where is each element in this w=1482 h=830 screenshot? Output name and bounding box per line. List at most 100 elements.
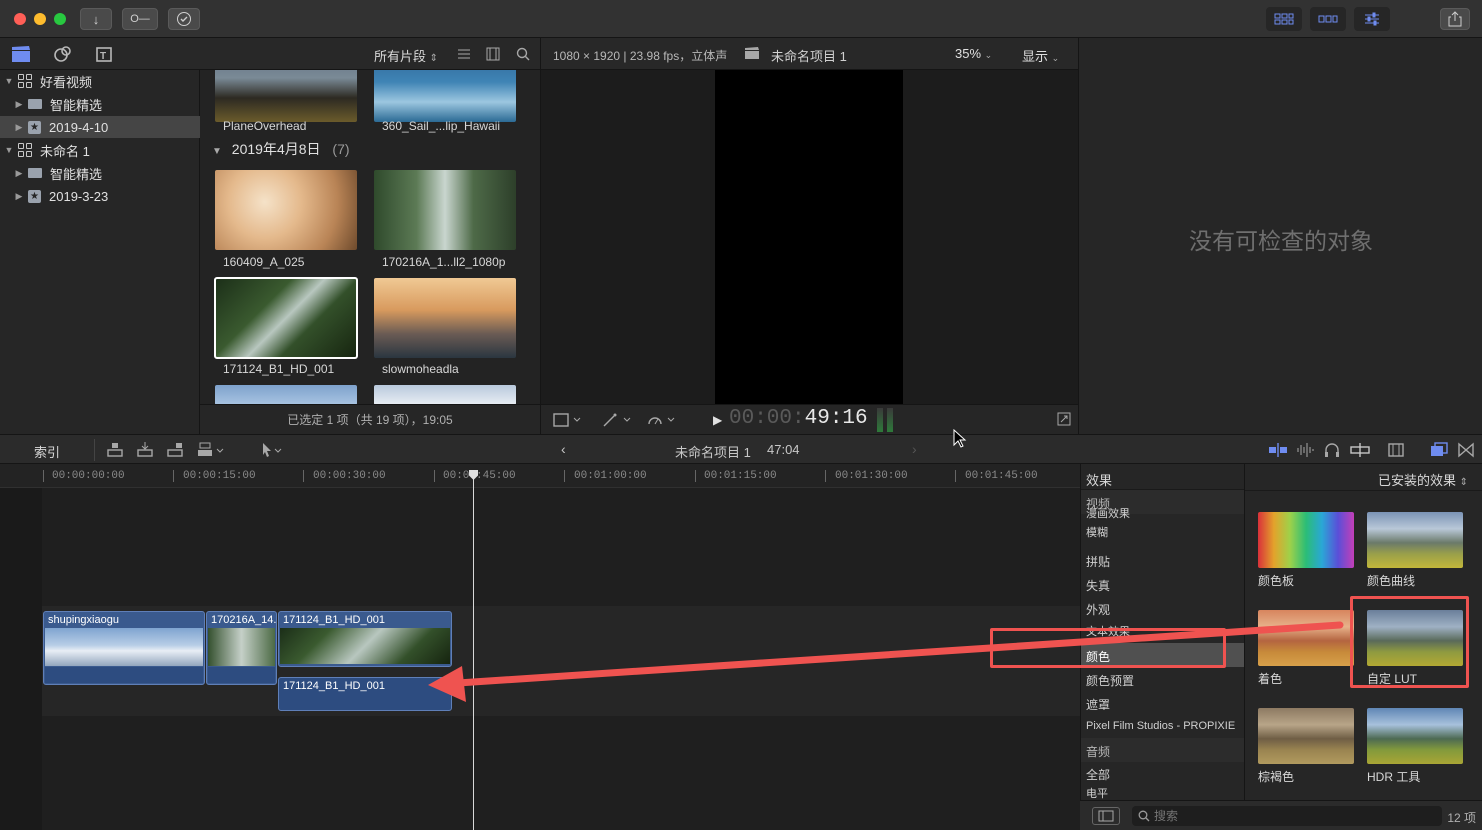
photos-audio-tab[interactable] (52, 44, 74, 64)
effects-category-looks[interactable]: 外观 (1081, 596, 1245, 620)
titles-generators-tab[interactable]: T (94, 44, 116, 64)
library-item-untitled[interactable]: ▼ 未命名 1 (0, 139, 200, 161)
connect-clip-button[interactable] (106, 441, 124, 462)
history-forward-button[interactable]: › (912, 441, 917, 457)
library-item-smart-collections[interactable]: ▶ 智能精选 (0, 93, 200, 115)
date-group-header[interactable]: ▼ 2019年4月8日 (7) (212, 139, 350, 159)
skimming-toggle[interactable] (1268, 442, 1288, 461)
snapping-toggle[interactable] (1350, 442, 1370, 461)
chevron-right-icon: › (912, 441, 917, 457)
timecode-dim: 00:00: (729, 407, 805, 430)
timeline-ruler[interactable]: 00:00:00:00 00:00:15:00 00:00:30:00 00:0… (0, 464, 1080, 488)
effects-count: 12 项 (1447, 811, 1476, 825)
connected-audio-clip[interactable]: 171124_B1_HD_001 (278, 677, 452, 711)
timeline-duration: 47:04 (767, 442, 800, 457)
effects-category-audio[interactable]: 音频 (1081, 738, 1245, 762)
clip-thumbnail[interactable] (374, 70, 516, 122)
show-libraries-toggle[interactable] (1266, 7, 1302, 31)
clip-thumbnail[interactable] (215, 385, 357, 404)
disclosure-closed-icon[interactable]: ▶ (14, 191, 24, 202)
library-item-event-2019-3-23[interactable]: ▶ ★ 2019-3-23 (0, 185, 200, 207)
disclosure-closed-icon[interactable]: ▶ (14, 122, 24, 133)
effect-thumbnail[interactable] (1258, 610, 1354, 666)
effects-browser-toggle[interactable] (1430, 442, 1448, 461)
close-window-button[interactable] (14, 13, 26, 25)
fullscreen-button[interactable] (1057, 412, 1071, 429)
search-icon (516, 47, 530, 61)
timeline-clip[interactable]: 170216A_14... (206, 611, 277, 685)
history-back-button[interactable]: ‹ (561, 441, 566, 457)
viewer-toolbar: 1080 × 1920 | 23.98 fps，立体声 未命名项目 1 35% … (540, 38, 1078, 70)
show-inspector-toggle[interactable] (1354, 7, 1390, 31)
zoom-window-button[interactable] (54, 13, 66, 25)
effects-category-distortion[interactable]: 失真 (1081, 572, 1245, 596)
disclosure-open-icon[interactable]: ▼ (4, 76, 14, 86)
clip-thumbnail[interactable] (374, 385, 516, 404)
display-dropdown[interactable]: 显示 ⌄ (1022, 46, 1059, 65)
clip-thumbnail[interactable] (374, 170, 516, 250)
zoom-dropdown[interactable]: 35% ⌄ (955, 46, 992, 61)
library-item-smart-collections-2[interactable]: ▶ 智能精选 (0, 162, 200, 184)
installed-effects-dropdown[interactable]: 已安装的效果 ⇕ (1378, 470, 1468, 489)
effect-thumbnail[interactable] (1258, 512, 1354, 568)
search-input[interactable] (1154, 808, 1434, 824)
effects-category-all[interactable]: 全部 (1081, 761, 1245, 785)
retime-dropdown[interactable] (647, 412, 679, 431)
audio-skimming-toggle[interactable] (1296, 442, 1316, 461)
clip-name: 360_Sail_...lip_Hawaii (382, 119, 501, 133)
list-view-button[interactable] (456, 46, 472, 62)
effects-category-pixel-film-studios[interactable]: Pixel Film Studios - PROPIXIE (1081, 715, 1245, 739)
clip-appearance-button[interactable] (485, 46, 501, 62)
library-item-event-2019-4-10[interactable]: ▶ ★ 2019-4-10 (0, 116, 200, 138)
clip-appearance-button[interactable] (1388, 442, 1404, 461)
disclosure-closed-icon[interactable]: ▶ (14, 99, 24, 110)
select-tool-dropdown[interactable] (260, 441, 286, 462)
clip-filter-dropdown[interactable]: 所有片段 ⇕ (374, 46, 438, 65)
sidebar-toggle-button[interactable] (1092, 807, 1120, 825)
effects-category-tiling[interactable]: 拼贴 (1081, 548, 1245, 572)
effect-thumbnail[interactable] (1367, 512, 1463, 568)
viewer-canvas[interactable] (715, 70, 903, 404)
libraries-tab[interactable] (10, 44, 32, 64)
effects-category-color-presets[interactable]: 颜色预置 (1081, 667, 1245, 691)
effects-search-field[interactable] (1132, 806, 1442, 826)
library-item-haokan[interactable]: ▼ 好看视频 (0, 70, 200, 92)
timeline-clip[interactable]: shupingxiaogu (43, 611, 205, 685)
solo-toggle[interactable] (1324, 442, 1340, 461)
timeline-index-button[interactable]: 索引 (34, 442, 60, 461)
enhancements-dropdown[interactable] (601, 412, 633, 431)
clip-name: 160409_A_025 (223, 255, 305, 269)
search-button[interactable] (515, 46, 531, 62)
clapper-icon (12, 46, 30, 62)
disclosure-closed-icon[interactable]: ▶ (14, 168, 24, 179)
effects-category-comic[interactable]: 漫画效果 (1081, 508, 1245, 522)
overwrite-clip-dropdown[interactable] (196, 441, 228, 462)
keyword-button[interactable]: O— (122, 8, 158, 30)
clip-thumbnail[interactable] (215, 70, 357, 122)
transitions-browser-toggle[interactable] (1458, 442, 1474, 461)
timeline-clip[interactable]: 171124_B1_HD_001 (278, 611, 452, 667)
effect-thumbnail[interactable] (1367, 708, 1463, 764)
disclosure-open-icon[interactable]: ▼ (4, 145, 14, 155)
import-button[interactable]: ↓ (80, 8, 112, 30)
show-timeline-toggle[interactable] (1310, 7, 1346, 31)
transform-dropdown[interactable] (553, 412, 583, 431)
timecode-display[interactable]: 00:00:49:16 (729, 407, 868, 430)
play-button[interactable]: ▶ (713, 413, 722, 427)
clip-thumbnail-selected[interactable] (214, 277, 358, 359)
effects-category-levels[interactable]: 电平 (1081, 786, 1245, 800)
speedometer-icon (648, 417, 675, 425)
minimize-window-button[interactable] (34, 13, 46, 25)
effect-label: 着色 (1258, 672, 1283, 686)
append-clip-button[interactable] (166, 441, 184, 462)
clip-thumbnail[interactable] (215, 170, 357, 250)
timeline-icon (1318, 15, 1338, 23)
share-button[interactable] (1440, 8, 1470, 30)
effect-thumbnail[interactable] (1258, 708, 1354, 764)
insert-clip-button[interactable] (136, 441, 154, 462)
effects-category-blur[interactable]: 模糊 (1081, 526, 1245, 540)
background-tasks-button[interactable] (168, 8, 200, 30)
effects-category-masks[interactable]: 遮罩 (1081, 691, 1245, 715)
playhead[interactable] (473, 470, 474, 830)
clip-thumbnail[interactable] (374, 278, 516, 358)
